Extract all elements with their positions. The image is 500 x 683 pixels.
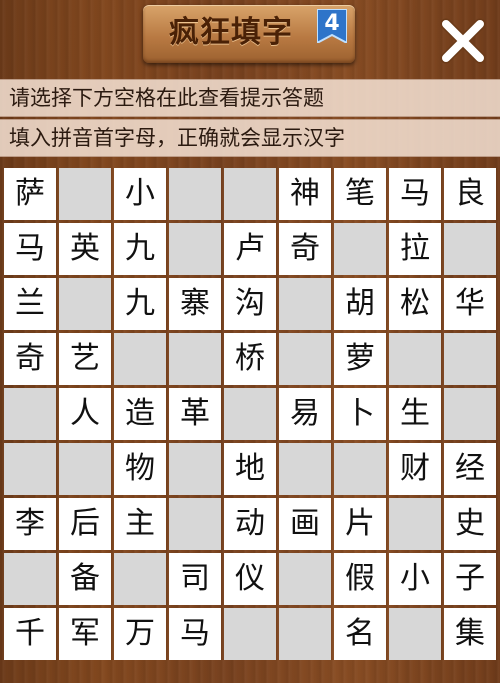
grid-cell-empty[interactable] bbox=[279, 333, 331, 385]
grid-cell-filled[interactable]: 经 bbox=[444, 443, 496, 495]
grid-cell-filled[interactable]: 子 bbox=[444, 553, 496, 605]
grid-cell-empty[interactable] bbox=[334, 223, 386, 275]
grid-cell-filled[interactable]: 地 bbox=[224, 443, 276, 495]
grid-cell-empty[interactable] bbox=[4, 388, 56, 440]
grid-cell-empty[interactable] bbox=[279, 278, 331, 330]
grid-cell-empty[interactable] bbox=[224, 388, 276, 440]
grid-cell-filled[interactable]: 后 bbox=[59, 498, 111, 550]
grid-cell-filled[interactable]: 松 bbox=[389, 278, 441, 330]
grid-cell-filled[interactable]: 萝 bbox=[334, 333, 386, 385]
grid-cell-filled[interactable]: 兰 bbox=[4, 278, 56, 330]
grid-cell-filled[interactable]: 寨 bbox=[169, 278, 221, 330]
grid-cell-filled[interactable]: 集 bbox=[444, 608, 496, 660]
grid-cell-empty[interactable] bbox=[169, 443, 221, 495]
grid-cell-filled[interactable]: 名 bbox=[334, 608, 386, 660]
grid-cell-filled[interactable]: 良 bbox=[444, 168, 496, 220]
grid-cell-filled[interactable]: 胡 bbox=[334, 278, 386, 330]
grid-cell-empty[interactable] bbox=[444, 333, 496, 385]
grid-cell-filled[interactable]: 备 bbox=[59, 553, 111, 605]
grid-cell-filled[interactable]: 小 bbox=[389, 553, 441, 605]
grid-cell-filled[interactable]: 易 bbox=[279, 388, 331, 440]
grid-cell-filled[interactable]: 小 bbox=[114, 168, 166, 220]
grid-cell-empty[interactable] bbox=[169, 498, 221, 550]
grid-cell-filled[interactable]: 动 bbox=[224, 498, 276, 550]
close-icon bbox=[440, 18, 486, 64]
grid-cell-empty[interactable] bbox=[4, 443, 56, 495]
hint-text-instructions: 填入拼音首字母，正确就会显示汉字 bbox=[9, 126, 345, 150]
grid-cell-filled[interactable]: 军 bbox=[59, 608, 111, 660]
grid-cell-filled[interactable]: 萨 bbox=[4, 168, 56, 220]
grid-cell-empty[interactable] bbox=[169, 333, 221, 385]
grid-cell-filled[interactable]: 沟 bbox=[224, 278, 276, 330]
grid-cell-filled[interactable]: 李 bbox=[4, 498, 56, 550]
grid-cell-filled[interactable]: 卢 bbox=[224, 223, 276, 275]
grid-cell-filled[interactable]: 拉 bbox=[389, 223, 441, 275]
grid-cell-filled[interactable]: 假 bbox=[334, 553, 386, 605]
grid-cell-filled[interactable]: 九 bbox=[114, 223, 166, 275]
hint-text-prompt: 请选择下方空格在此查看提示答题 bbox=[9, 86, 324, 110]
grid-cell-filled[interactable]: 笔 bbox=[334, 168, 386, 220]
grid-cell-filled[interactable]: 桥 bbox=[224, 333, 276, 385]
grid-cell-empty[interactable] bbox=[389, 333, 441, 385]
grid-cell-empty[interactable] bbox=[334, 443, 386, 495]
close-button[interactable] bbox=[436, 14, 490, 68]
grid-cell-filled[interactable]: 仪 bbox=[224, 553, 276, 605]
grid-cell-filled[interactable]: 革 bbox=[169, 388, 221, 440]
grid-cell-empty[interactable] bbox=[389, 608, 441, 660]
grid-cell-filled[interactable]: 九 bbox=[114, 278, 166, 330]
level-badge: 4 bbox=[317, 9, 347, 43]
grid-cell-filled[interactable]: 主 bbox=[114, 498, 166, 550]
grid-cell-empty[interactable] bbox=[279, 443, 331, 495]
grid-cell-empty[interactable] bbox=[224, 608, 276, 660]
grid-cell-empty[interactable] bbox=[4, 553, 56, 605]
grid-cell-filled[interactable]: 英 bbox=[59, 223, 111, 275]
game-title: 疯狂填字 bbox=[169, 15, 293, 50]
grid-cell-filled[interactable]: 司 bbox=[169, 553, 221, 605]
grid-cell-empty[interactable] bbox=[389, 498, 441, 550]
grid-cell-empty[interactable] bbox=[59, 443, 111, 495]
grid-cell-filled[interactable]: 神 bbox=[279, 168, 331, 220]
grid-cell-filled[interactable]: 物 bbox=[114, 443, 166, 495]
crossword-board: 萨小神笔马良马英九卢奇拉兰九寨沟胡松华奇艺桥萝人造革易卜生物地财经李后主动画片史… bbox=[4, 168, 496, 663]
grid-cell-filled[interactable]: 马 bbox=[169, 608, 221, 660]
hint-bar-prompt: 请选择下方空格在此查看提示答题 bbox=[0, 79, 500, 117]
grid-cell-filled[interactable]: 人 bbox=[59, 388, 111, 440]
grid-cell-filled[interactable]: 奇 bbox=[4, 333, 56, 385]
grid-cell-filled[interactable]: 马 bbox=[389, 168, 441, 220]
grid-cell-empty[interactable] bbox=[59, 168, 111, 220]
grid-cell-filled[interactable]: 片 bbox=[334, 498, 386, 550]
grid-cell-empty[interactable] bbox=[59, 278, 111, 330]
grid-cell-filled[interactable]: 万 bbox=[114, 608, 166, 660]
grid-cell-filled[interactable]: 生 bbox=[389, 388, 441, 440]
grid-cell-filled[interactable]: 财 bbox=[389, 443, 441, 495]
grid-cell-empty[interactable] bbox=[279, 553, 331, 605]
title-badge: 疯狂填字 4 bbox=[143, 5, 355, 63]
hint-bar-instructions: 填入拼音首字母，正确就会显示汉字 bbox=[0, 119, 500, 157]
grid-cell-empty[interactable] bbox=[169, 168, 221, 220]
grid-cell-filled[interactable]: 史 bbox=[444, 498, 496, 550]
grid-cell-empty[interactable] bbox=[169, 223, 221, 275]
grid-cell-empty[interactable] bbox=[444, 223, 496, 275]
grid-cell-empty[interactable] bbox=[224, 168, 276, 220]
grid-cell-filled[interactable]: 华 bbox=[444, 278, 496, 330]
level-number: 4 bbox=[324, 11, 340, 36]
grid-cell-filled[interactable]: 马 bbox=[4, 223, 56, 275]
grid-cell-filled[interactable]: 艺 bbox=[59, 333, 111, 385]
grid-cell-filled[interactable]: 造 bbox=[114, 388, 166, 440]
grid-cell-filled[interactable]: 千 bbox=[4, 608, 56, 660]
grid-cell-filled[interactable]: 画 bbox=[279, 498, 331, 550]
grid-cell-filled[interactable]: 奇 bbox=[279, 223, 331, 275]
grid-cell-empty[interactable] bbox=[114, 553, 166, 605]
grid-cell-empty[interactable] bbox=[444, 388, 496, 440]
grid-cell-filled[interactable]: 卜 bbox=[334, 388, 386, 440]
grid-cell-empty[interactable] bbox=[279, 608, 331, 660]
grid-cell-empty[interactable] bbox=[114, 333, 166, 385]
